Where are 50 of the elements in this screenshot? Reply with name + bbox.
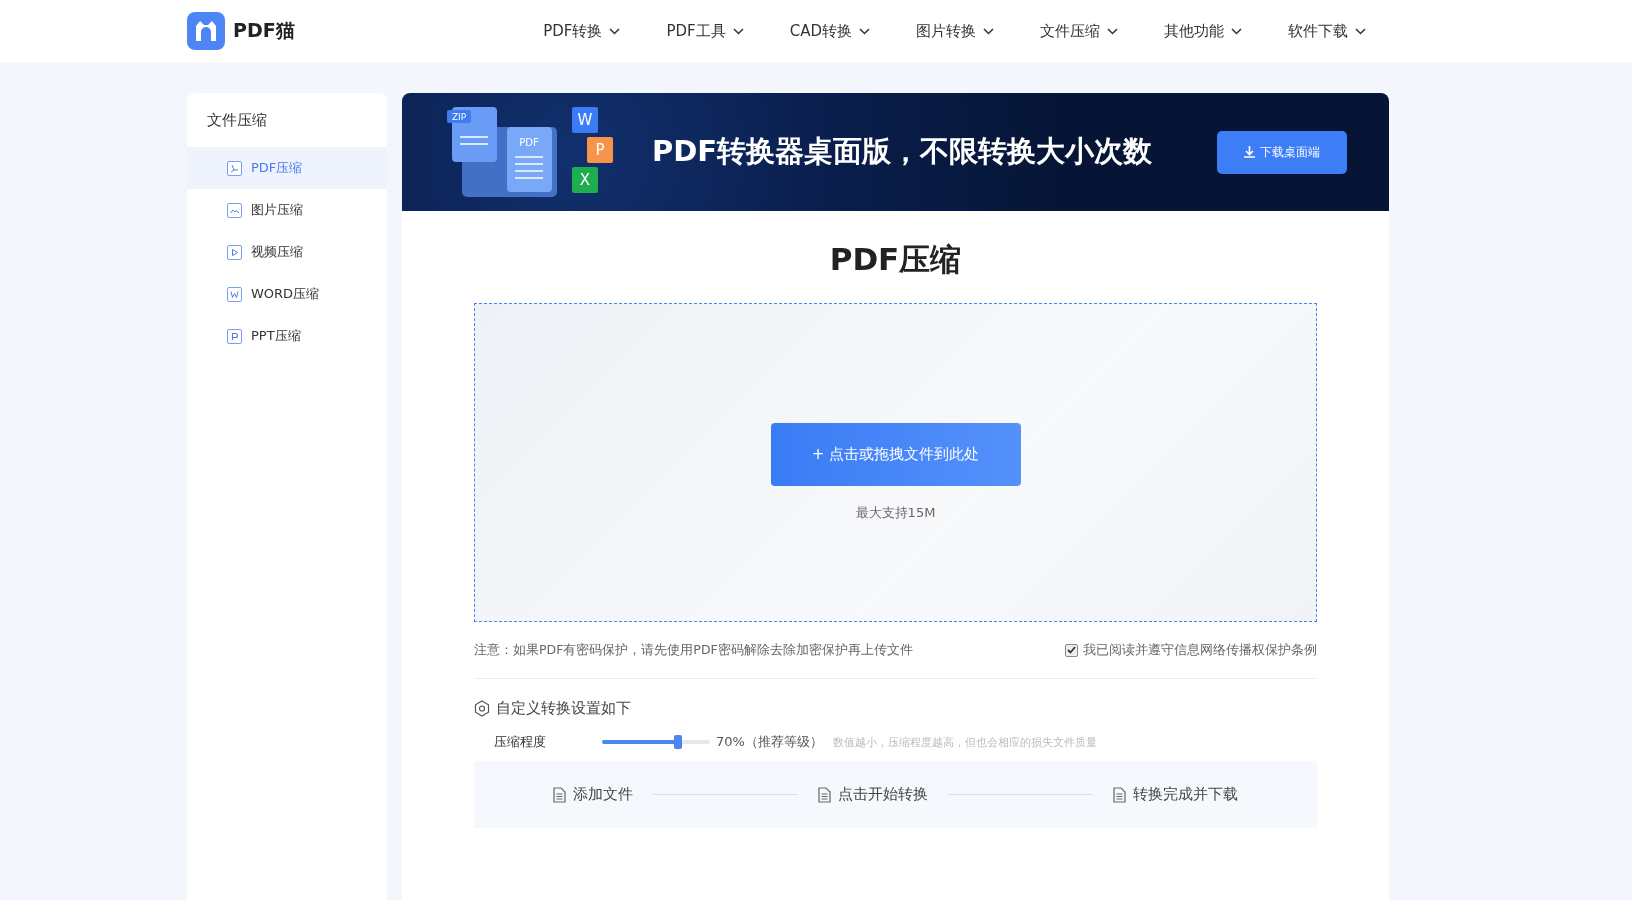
- agreement-checkbox[interactable]: [1065, 643, 1078, 657]
- nav-menu-item[interactable]: 图片转换: [916, 21, 994, 41]
- nav-menu-item[interactable]: 其他功能: [1164, 21, 1242, 41]
- nav-menu-item[interactable]: PDF工具: [666, 21, 744, 41]
- chevron-down-icon: [983, 27, 994, 35]
- file-stack-drawing: ZIP PDF W P X: [447, 102, 622, 202]
- pdf-file-icon: [227, 160, 242, 176]
- step-label: 点击开始转换: [838, 785, 928, 804]
- chevron-down-icon: [1231, 27, 1242, 35]
- document-icon: [1113, 786, 1126, 803]
- sidebar-item[interactable]: WORD压缩: [187, 273, 387, 315]
- chevron-down-icon: [1107, 27, 1118, 35]
- sidebar-title: 文件压缩: [206, 109, 268, 131]
- sidebar-item[interactable]: 图片压缩: [187, 189, 387, 231]
- document-icon: [818, 786, 831, 803]
- notice-text: 注意：如果PDF有密码保护，请先使用PDF密码解除去除加密保护再上传文件: [474, 641, 913, 659]
- ppt-file-icon: [227, 328, 242, 344]
- image-file-icon: [227, 202, 242, 218]
- document-icon: [553, 786, 566, 803]
- nav-menu-item[interactable]: CAD转换: [789, 21, 870, 41]
- chevron-down-icon: [609, 27, 621, 35]
- nav-menu-item[interactable]: 软件下载: [1288, 21, 1366, 41]
- upload-dropzone[interactable]: + 点击或拖拽文件到此处 最大支持15M: [474, 303, 1317, 622]
- slider-label: 压缩程度: [494, 733, 546, 751]
- page-title: PDF压缩: [828, 240, 963, 279]
- chevron-down-icon: [1355, 27, 1366, 35]
- chevron-down-icon: [732, 27, 744, 35]
- download-icon: [1244, 146, 1255, 158]
- site-name[interactable]: PDF猫: [233, 18, 295, 44]
- play-file-icon: [227, 244, 242, 260]
- banner-headline: PDF转换器桌面版，不限转换大小次数: [652, 133, 1153, 170]
- agreement-label: 我已阅读并遵守信息网络传播权保护条例: [1083, 641, 1317, 659]
- upload-button[interactable]: + 点击或拖拽文件到此处: [770, 423, 1021, 486]
- size-hint: 最大支持15M: [855, 504, 936, 522]
- settings-title: 自定义转换设置如下: [496, 699, 631, 718]
- sidebar-item[interactable]: PPT压缩: [187, 315, 387, 357]
- slider-hint: 数值越小，压缩程度越高，但也会相应的损失文件质量: [832, 734, 1097, 750]
- download-button[interactable]: 下载桌面端: [1217, 130, 1347, 174]
- step-label: 转换完成并下载: [1133, 785, 1238, 804]
- step-label: 添加文件: [573, 785, 633, 804]
- word-file-icon: [227, 286, 242, 302]
- sidebar-item[interactable]: 视频压缩: [187, 231, 387, 273]
- sidebar-item[interactable]: PDF压缩: [187, 147, 387, 189]
- nav-menu-item[interactable]: PDF转换: [543, 21, 621, 41]
- settings-icon: [474, 700, 490, 717]
- compression-slider[interactable]: [602, 735, 710, 749]
- chevron-down-icon: [859, 27, 870, 35]
- nav-menu-item[interactable]: 文件压缩: [1040, 21, 1118, 41]
- slider-reading: 70%（推荐等级）: [716, 733, 823, 751]
- cat-logo-icon[interactable]: [187, 12, 225, 50]
